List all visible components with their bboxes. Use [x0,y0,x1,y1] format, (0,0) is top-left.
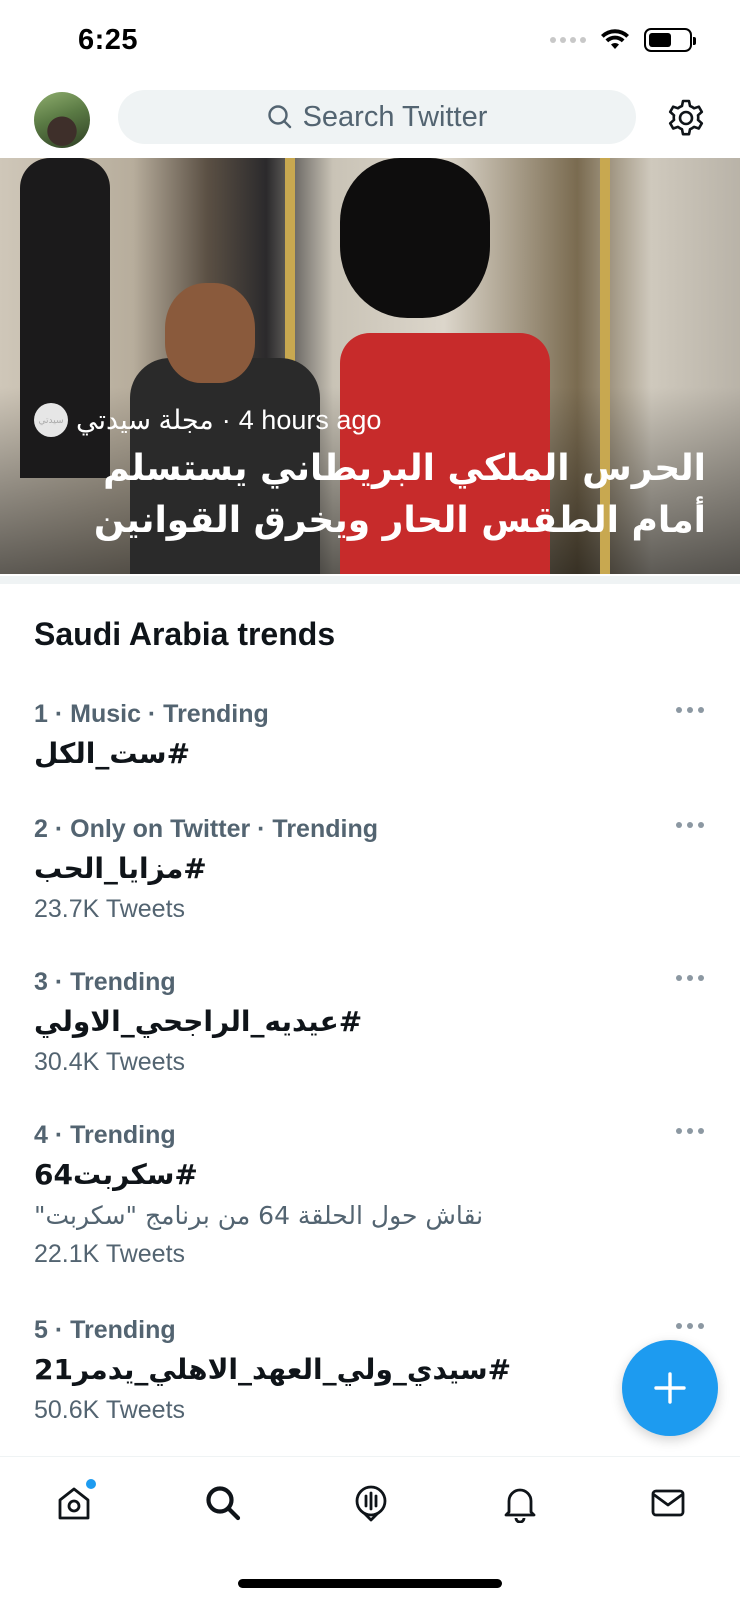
trend-hashtag: #ست_الكل [34,737,191,770]
trend-hashtag: #عيديه_الراجحي_الاولي [34,1005,363,1038]
tab-spaces[interactable] [347,1479,395,1527]
section-divider [0,576,740,584]
wifi-icon [601,29,629,49]
trend-meta: 1 · Music · Trending [34,700,269,728]
search-icon [267,105,291,129]
envelope-icon [651,1489,685,1517]
news-source-name: مجلة سيدتي [76,404,214,435]
trend-item[interactable]: 5 · Trending #سيدي_ولي_العهد_الاهلي_يدمر… [34,1316,706,1425]
plus-icon [654,1372,686,1404]
trends-section-title: Saudi Arabia trends [34,616,336,652]
home-icon [58,1487,90,1520]
hero-image-bearskin-hat [340,158,490,318]
trend-item[interactable]: 4 · Trending #سكربت64 نقاش حول الحلقة 64… [34,1121,706,1269]
search-bar[interactable]: Search Twitter [118,90,636,144]
profile-avatar[interactable] [34,92,90,148]
more-options-icon[interactable] [674,815,706,835]
trend-tweet-count: 50.6K Tweets [34,1396,186,1424]
trend-tweet-count: 23.7K Tweets [34,895,186,923]
hero-image-officer-head [165,283,255,383]
spaces-icon [355,1485,387,1522]
search-icon [206,1486,241,1521]
tab-explore[interactable] [199,1479,247,1527]
trend-meta: 4 · Trending [34,1121,176,1149]
more-options-icon[interactable] [674,1316,706,1336]
top-header: Search Twitter [0,84,740,156]
cellular-signal-icon [550,37,586,43]
status-icons [550,28,696,52]
battery-icon [644,28,696,52]
trend-hashtag: #سيدي_ولي_العهد_الاهلي_يدمر21 [34,1353,512,1386]
trend-item[interactable]: 3 · Trending #عيديه_الراجحي_الاولي 30.4K… [34,968,706,1077]
more-options-icon[interactable] [674,700,706,720]
trend-meta: 5 · Trending [34,1316,176,1344]
featured-news-card[interactable]: سيدتي مجلة سيدتي · 4 hours ago الحرس الم… [0,158,740,574]
trend-meta: 3 · Trending [34,968,176,996]
trend-meta: 2 · Only on Twitter · Trending [34,815,378,843]
tab-messages[interactable] [644,1479,692,1527]
news-source-row: سيدتي مجلة سيدتي · 4 hours ago [34,403,381,437]
news-time-ago: 4 hours ago [238,404,382,435]
settings-gear-icon[interactable] [666,98,706,138]
status-time: 6:25 [78,24,139,56]
more-options-icon[interactable] [674,1121,706,1141]
more-options-icon[interactable] [674,968,706,988]
tab-notifications[interactable] [496,1479,544,1527]
trend-description: نقاش حول الحلقة 64 من برنامج "سكربت" [34,1201,484,1230]
separator-dot: · [221,404,231,435]
status-bar: 6:25 [0,0,740,84]
trend-hashtag: #سكربت64 [34,1158,198,1191]
news-headline: الحرس الملكي البريطاني يستسلم أمام الطقس… [93,448,706,541]
news-source-logo: سيدتي [34,403,68,437]
tab-home[interactable] [50,1479,98,1527]
trend-tweet-count: 22.1K Tweets [34,1240,186,1268]
home-indicator[interactable] [238,1579,502,1588]
home-unread-dot [86,1479,96,1489]
compose-tweet-button[interactable] [622,1340,718,1436]
trend-item[interactable]: 2 · Only on Twitter · Trending #مزايا_ال… [34,815,706,924]
trend-item[interactable]: 1 · Music · Trending #ست_الكل [34,700,706,770]
trend-tweet-count: 30.4K Tweets [34,1048,186,1076]
trend-hashtag: #مزايا_الحب [34,852,207,885]
bell-icon [504,1488,536,1523]
search-placeholder: Search Twitter [302,100,488,133]
